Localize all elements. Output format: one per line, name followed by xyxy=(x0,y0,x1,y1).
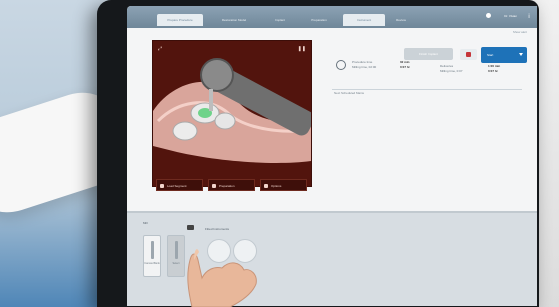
procedure-time-value-2: 0:07 hr xyxy=(400,65,410,69)
tab-preparation[interactable]: Preparation xyxy=(301,14,337,26)
next-scheduled-note: Next Scheduled Mains xyxy=(334,91,365,95)
tab-implant[interactable]: Implant xyxy=(265,14,295,26)
procedure-info-panel: Procedure time Milling time, 02:00 02 mi… xyxy=(330,54,527,96)
dental-model-render xyxy=(153,58,311,163)
deliveries-sub: Milling time, 0:07 xyxy=(440,69,463,73)
top-navigation-bar: Prepare Procedure Restoration Model Impl… xyxy=(127,6,537,28)
procedure-time-label: Procedure time xyxy=(352,60,373,64)
clock-icon xyxy=(336,60,346,70)
tooth-icon xyxy=(212,184,216,188)
procedure-time-value: 02 min xyxy=(400,60,410,64)
tool-canvas-blank-label: Canvas Blank xyxy=(144,262,160,265)
show-alert-link[interactable]: Show alert xyxy=(513,30,527,34)
deliveries-value-2: 0:07 hr xyxy=(488,69,498,73)
options-label: Options xyxy=(271,184,282,188)
tool-icon xyxy=(175,241,178,259)
3d-model-viewer[interactable]: ⤢ ❚❚ Load Segment Preparation Options xyxy=(152,40,312,191)
options-icon xyxy=(264,184,268,188)
camera-icon xyxy=(160,184,164,188)
procedure-time-sub: Milling time, 02:00 xyxy=(352,65,377,69)
tab-review[interactable]: Review xyxy=(389,14,413,26)
info-icon[interactable]: i xyxy=(527,13,531,21)
user-name[interactable]: Dr. Vivian xyxy=(504,14,517,18)
load-segment-label: Load Segment xyxy=(167,184,187,188)
tab-prepare-procedure[interactable]: Prepare Procedure xyxy=(157,14,203,26)
blank-icon xyxy=(151,241,154,259)
tab-instrument[interactable]: Instrument xyxy=(343,14,385,26)
user-icon[interactable] xyxy=(486,13,491,18)
preparation-label: Preparation xyxy=(219,184,235,188)
options-button[interactable]: Options xyxy=(260,179,307,191)
tool-canvas-blank[interactable]: Canvas Blank xyxy=(143,235,161,277)
tab-restoration-model[interactable]: Restoration Model xyxy=(211,14,257,26)
expand-icon[interactable]: ⤢ xyxy=(158,46,162,52)
load-segment-button[interactable]: Load Segment xyxy=(156,179,203,191)
deliveries-label: Deliveries xyxy=(440,64,454,68)
mill-title: Mill xyxy=(143,221,148,225)
deliveries-value: 1:00 min xyxy=(488,64,501,68)
preparation-button[interactable]: Preparation xyxy=(208,179,255,191)
panel-divider xyxy=(332,89,522,90)
hand-photo xyxy=(187,249,257,307)
pause-icon[interactable]: ❚❚ xyxy=(298,46,306,52)
